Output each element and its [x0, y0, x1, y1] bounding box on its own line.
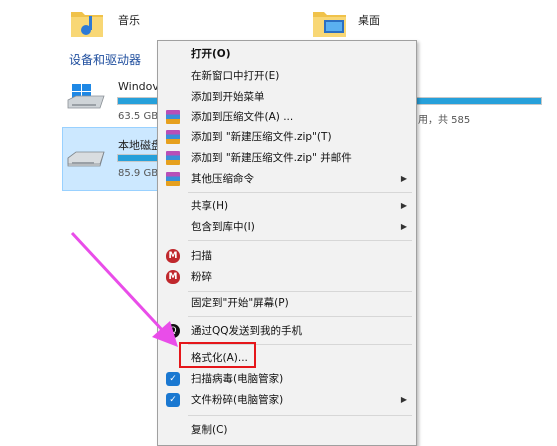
menu-item-copy[interactable]: 复制(C)	[158, 419, 416, 441]
windows-drive-name[interactable]: Windov	[118, 80, 160, 93]
menu-item-open[interactable]: 打开(O)	[158, 43, 416, 65]
local-disk-size: 85.9 GB	[118, 168, 159, 179]
music-folder-icon[interactable]	[70, 8, 104, 38]
menu-item-include-library[interactable]: 包含到库中(I) ▶	[158, 216, 416, 238]
menu-item-add-to-zip-email[interactable]: 添加到 "新建压缩文件.zip" 并邮件	[158, 147, 416, 169]
menu-item-pin-to-start[interactable]: 固定到"开始"屏幕(P)	[158, 292, 416, 314]
devices-section-title: 设备和驱动器	[69, 53, 142, 67]
menu-item-file-shred-pc-manager[interactable]: ✓ 文件粉碎(电脑管家) ▶	[158, 389, 416, 411]
pc-manager-icon: ✓	[166, 372, 180, 386]
music-folder-label[interactable]: 音乐	[118, 12, 140, 28]
pc-manager-icon: ✓	[166, 393, 180, 407]
menu-item-add-to-zip[interactable]: 添加到 "新建压缩文件.zip"(T)	[158, 126, 416, 148]
menu-separator	[188, 240, 412, 241]
local-disk-usage-bar	[117, 154, 159, 162]
winrar-icon	[166, 130, 180, 144]
winrar-icon	[166, 110, 180, 124]
menu-item-shred[interactable]: M 粉碎	[158, 266, 416, 288]
menu-separator	[188, 415, 412, 416]
menu-separator	[188, 192, 412, 193]
menu-item-open-new-window[interactable]: 在新窗口中打开(E)	[158, 65, 416, 87]
windows-drive-size: 63.5 GB	[118, 111, 159, 122]
menu-item-scan[interactable]: M 扫描	[158, 245, 416, 267]
menu-item-share[interactable]: 共享(H) ▶	[158, 195, 416, 217]
right-usage-bar	[416, 97, 542, 105]
local-disk-name[interactable]: 本地磁盘	[118, 137, 158, 153]
context-menu: 打开(O) 在新窗口中打开(E) 添加到开始菜单 添加到压缩文件(A) ... …	[157, 40, 417, 446]
desktop-folder-label[interactable]: 桌面	[358, 12, 380, 28]
hard-drive-icon[interactable]	[66, 146, 106, 176]
menu-item-add-to-archive[interactable]: 添加到压缩文件(A) ...	[158, 106, 416, 128]
menu-item-virus-scan-pc-manager[interactable]: ✓ 扫描病毒(电脑管家)	[158, 368, 416, 390]
winrar-icon	[166, 172, 180, 186]
menu-item-send-via-qq[interactable]: Q 通过QQ发送到我的手机	[158, 320, 416, 342]
submenu-arrow-icon: ▶	[400, 201, 407, 210]
winrar-icon	[166, 151, 180, 165]
menu-item-other-compress[interactable]: 其他压缩命令 ▶	[158, 168, 416, 190]
menu-separator	[188, 316, 412, 317]
submenu-arrow-icon: ▶	[400, 395, 407, 404]
format-highlight-box	[179, 342, 256, 368]
menu-item-add-to-start[interactable]: 添加到开始菜单	[158, 86, 416, 108]
windows-drive-icon[interactable]	[66, 82, 106, 112]
submenu-arrow-icon: ▶	[400, 222, 407, 231]
drive-free-space-text: 用，共 585	[418, 115, 471, 126]
pointing-arrow-icon	[70, 231, 178, 347]
submenu-arrow-icon: ▶	[400, 174, 407, 183]
windows-drive-usage-bar	[117, 97, 159, 105]
desktop-folder-icon[interactable]	[312, 8, 348, 38]
